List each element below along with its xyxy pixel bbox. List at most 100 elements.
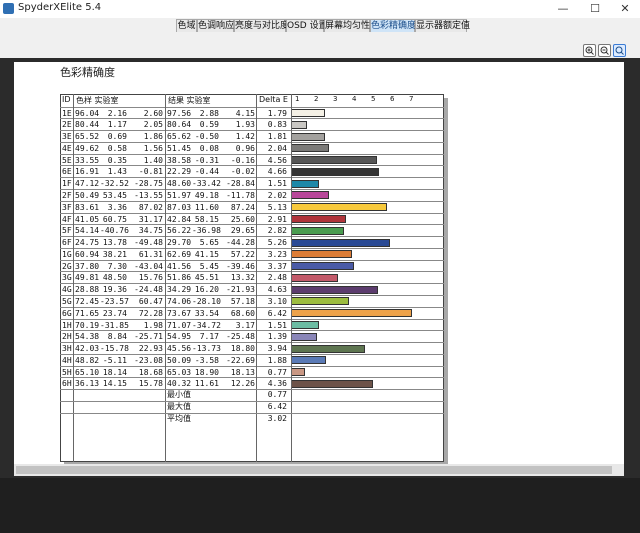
- delta-e-value: 5.26: [267, 238, 287, 248]
- toolbar-area: [0, 32, 640, 58]
- sample-a: 60.75: [102, 214, 127, 224]
- header-id: ID: [62, 95, 71, 104]
- result-l: 87.03: [167, 202, 192, 212]
- scale-tick: 2: [314, 95, 319, 103]
- delta-e-bar: [291, 120, 307, 129]
- sample-a: 0.58: [107, 143, 127, 153]
- delta-e-value: 2.48: [267, 273, 287, 283]
- tab-0[interactable]: 色域: [176, 19, 197, 32]
- sample-b: 34.75: [138, 226, 163, 236]
- result-a: -3.58: [194, 355, 219, 365]
- delta-e-value: 3.10: [267, 296, 287, 306]
- result-l: 51.97: [167, 190, 192, 200]
- table-row: 2E 80.44 1.17 2.05 80.64 0.59 1.93 0.83: [60, 118, 444, 130]
- bottom-area: [0, 478, 640, 533]
- result-b: 25.60: [230, 214, 255, 224]
- maximize-icon[interactable]: ☐: [580, 0, 610, 18]
- delta-e-bar: [291, 132, 326, 141]
- delta-e-bar: [291, 167, 379, 176]
- tab-3[interactable]: OSD 设置: [286, 19, 328, 32]
- close-icon[interactable]: ✕: [610, 0, 640, 18]
- tab-6[interactable]: 显示器额定值: [415, 19, 470, 32]
- sample-a: 0.69: [107, 132, 127, 142]
- sample-l: 41.05: [75, 214, 100, 224]
- table-row: 2H 54.38 8.84 -25.71 54.95 7.17 -25.48 1.39: [60, 330, 444, 342]
- summary-label: 最小值: [167, 390, 191, 400]
- sample-l: 50.49: [75, 190, 100, 200]
- result-b: 57.22: [230, 249, 255, 259]
- sample-a: 19.36: [102, 285, 127, 295]
- delta-e-value: 0.77: [267, 367, 287, 377]
- sample-l: 60.94: [75, 249, 100, 259]
- result-b: 18.80: [230, 344, 255, 354]
- sample-b: 18.68: [138, 367, 163, 377]
- sample-b: -49.48: [134, 238, 163, 248]
- scale-tick: 1: [295, 95, 300, 103]
- table-row: 5F 54.14 -40.76 34.75 56.22 -36.98 29.65 2.82: [60, 224, 444, 236]
- tab-1[interactable]: 色调响应: [197, 19, 234, 32]
- sample-b: 2.05: [143, 120, 163, 130]
- table-row: 2F 50.49 53.45 -13.55 51.97 49.18 -11.78 2.02: [60, 188, 444, 201]
- sample-b: -43.04: [134, 261, 163, 271]
- sample-l: 49.62: [75, 143, 100, 153]
- result-a: 0.08: [199, 143, 219, 153]
- sample-b: 15.78: [138, 379, 163, 389]
- sample-l: 65.10: [75, 367, 100, 377]
- delta-e-value: 1.79: [267, 108, 287, 118]
- delta-e-bar: [291, 144, 330, 153]
- result-b: -21.93: [226, 285, 255, 295]
- delta-e-bar: [291, 179, 320, 188]
- result-l: 45.56: [167, 344, 192, 354]
- sample-a: 7.30: [107, 261, 127, 271]
- header-result: 结果 实验室: [168, 96, 211, 105]
- result-b: -28.84: [226, 179, 255, 189]
- sample-a: 3.36: [107, 202, 127, 212]
- sample-a: -40.76: [100, 226, 129, 236]
- header-delta-e: Delta E: [259, 95, 288, 104]
- result-b: 3.17: [235, 320, 255, 330]
- delta-e-bar: [291, 356, 327, 365]
- zoom-fit-icon[interactable]: [613, 44, 626, 57]
- minimize-icon[interactable]: —: [548, 0, 578, 18]
- result-b: 87.24: [230, 202, 255, 212]
- table-row: 5G 72.45 -23.57 60.47 74.06 -28.10 57.18 3.10: [60, 294, 444, 307]
- result-a: 41.15: [194, 249, 219, 259]
- sample-a: -32.52: [100, 179, 129, 189]
- delta-e-bar: [291, 109, 325, 117]
- sample-l: 80.44: [75, 120, 100, 130]
- sample-l: 24.75: [75, 238, 100, 248]
- table-row: 3H 42.03 -15.78 22.93 45.56 -13.73 18.80 3.94: [60, 342, 444, 354]
- delta-e-value: 4.56: [267, 155, 287, 165]
- sample-b: 87.02: [138, 202, 163, 212]
- tab-4[interactable]: 屏幕均匀性: [324, 19, 370, 32]
- sample-a: 1.17: [107, 120, 127, 130]
- tab-5[interactable]: 色彩精确度: [370, 19, 416, 32]
- delta-e-value: 3.94: [267, 344, 287, 354]
- delta-e-value: 3.23: [267, 249, 287, 259]
- result-b: 13.32: [230, 273, 255, 283]
- delta-e-bar: [291, 215, 346, 224]
- sample-a: 13.78: [102, 238, 127, 248]
- result-a: 49.18: [194, 190, 219, 200]
- zoom-in-icon[interactable]: [583, 44, 596, 57]
- result-a: 45.51: [194, 273, 219, 283]
- result-a: 11.60: [194, 202, 219, 212]
- result-l: 71.07: [167, 320, 192, 330]
- horizontal-scrollbar[interactable]: [14, 464, 624, 476]
- scrollbar-thumb[interactable]: [16, 466, 612, 474]
- sample-l: 48.82: [75, 355, 100, 365]
- sample-a: 18.14: [102, 367, 127, 377]
- sample-l: 36.13: [75, 379, 100, 389]
- sample-l: 71.65: [75, 308, 100, 318]
- delta-e-value: 5.13: [267, 202, 287, 212]
- zoom-out-icon[interactable]: [598, 44, 611, 57]
- tab-2[interactable]: 亮度与对比度: [234, 19, 289, 32]
- table-row: 6F 24.75 13.78 -49.48 29.70 5.65 -44.28 5.26: [60, 236, 444, 248]
- delta-e-value: 1.88: [267, 355, 287, 365]
- sample-b: -28.75: [134, 179, 163, 189]
- table-row: 6E 16.91 1.43 -0.81 22.29 -0.44 -0.02 4.66: [60, 165, 444, 177]
- delta-e-bar: [291, 262, 355, 271]
- delta-e-value: 3.37: [267, 261, 287, 271]
- result-l: 34.29: [167, 285, 192, 295]
- summary-value: 0.77: [267, 390, 287, 400]
